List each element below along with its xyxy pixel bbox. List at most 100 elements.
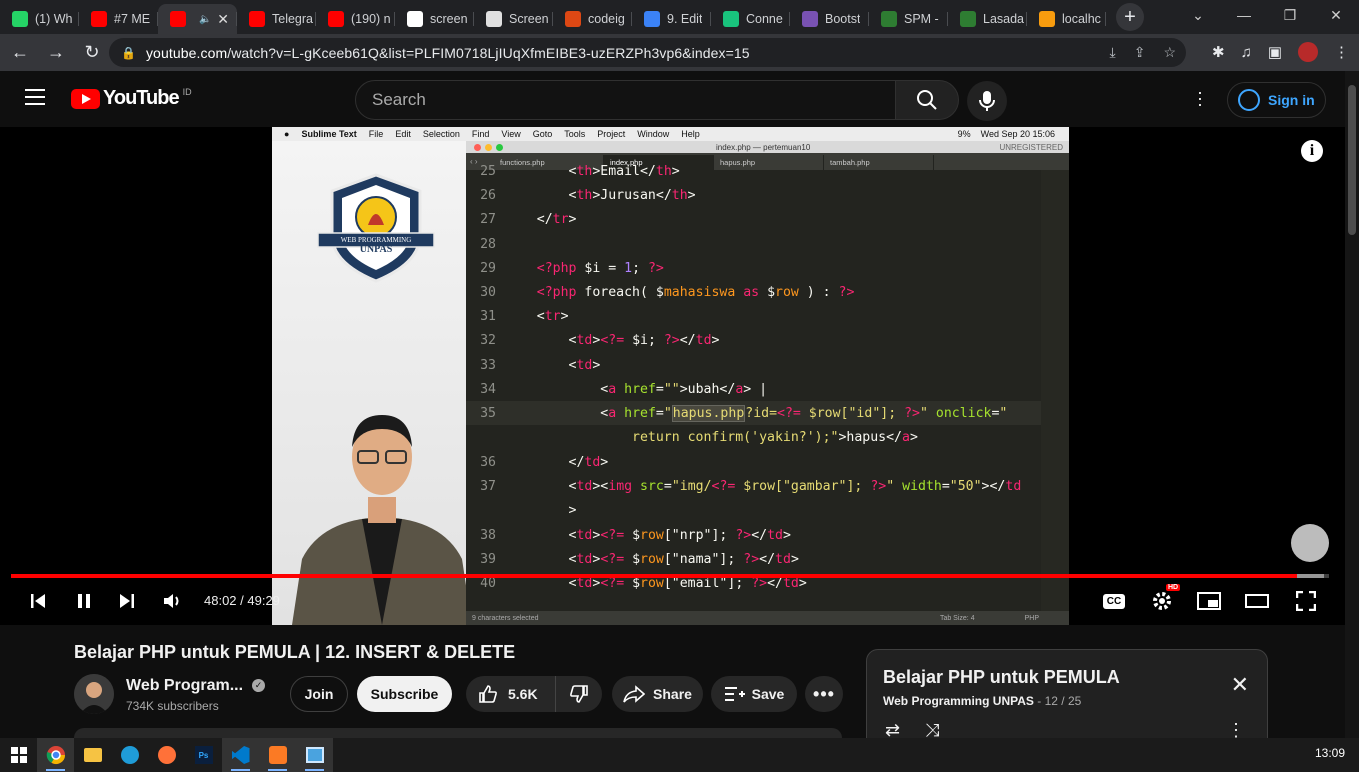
next-button[interactable] — [115, 589, 139, 613]
channel-avatar[interactable] — [74, 674, 114, 714]
settings-button[interactable]: HD — [1149, 584, 1181, 613]
forward-button[interactable]: → — [40, 42, 72, 63]
skip-next-icon — [120, 594, 134, 608]
bootstrap-icon — [802, 11, 818, 27]
close-playlist-icon[interactable]: ✕ — [1231, 672, 1249, 698]
firefox-icon[interactable] — [148, 738, 185, 772]
dislike-button[interactable] — [555, 676, 602, 712]
youtube-icon — [170, 11, 186, 27]
code-line: <th>Jurusan</th> — [505, 188, 696, 203]
join-button[interactable]: Join — [290, 676, 348, 712]
reload-button[interactable]: ↻ — [76, 42, 108, 63]
tab-list: (1) Wh #7 ME 🔈 ✕ Telegra (190) n screen Screen c… — [0, 4, 1106, 34]
youtube-logo[interactable]: YouTube ID — [71, 87, 192, 110]
subscribe-button[interactable]: Subscribe — [357, 676, 452, 712]
install-icon[interactable]: ⤓ — [1110, 44, 1116, 61]
browser-tab[interactable]: (1) Wh — [0, 4, 79, 34]
url-text[interactable]: youtube.com/watch?v=L-gKceeb61Q&list=PLF… — [146, 45, 750, 61]
save-button[interactable]: Save — [711, 676, 797, 712]
chrome-taskbar-icon[interactable] — [37, 738, 74, 772]
theater-mode-button[interactable] — [1244, 589, 1270, 613]
search-box[interactable] — [355, 80, 896, 120]
browser-tab[interactable]: codeig — [553, 4, 632, 34]
address-bar[interactable]: 🔒 youtube.com/watch?v=L-gKceeb61Q&list=P… — [109, 38, 1186, 67]
code-line: <td><?= $row["nama"]; ?></td> — [505, 552, 799, 567]
like-button[interactable]: 5.6K — [466, 676, 555, 712]
media-control-icon[interactable]: ♫ — [1241, 44, 1252, 61]
scrollbar-thumb[interactable] — [1348, 85, 1356, 235]
side-panel-icon[interactable]: ▣ — [1268, 43, 1282, 61]
share-icon[interactable]: ⇪ — [1134, 44, 1146, 61]
browser-tab[interactable]: 9. Edit — [632, 4, 711, 34]
cc-icon: CC — [1102, 593, 1126, 609]
browser-tab[interactable]: Screen — [474, 4, 553, 34]
browser-tab[interactable]: localhc — [1027, 4, 1106, 34]
sign-in-button[interactable]: Sign in — [1227, 82, 1326, 118]
windows-start-icon[interactable] — [0, 738, 37, 772]
new-tab-button[interactable]: + — [1116, 3, 1144, 31]
line-number: 28 — [480, 237, 496, 252]
channel-name[interactable]: Web Program... — [126, 677, 243, 695]
settings-menu-icon[interactable]: · · · — [1190, 83, 1210, 113]
search-input[interactable] — [372, 90, 895, 110]
photoshop-icon[interactable]: Ps — [185, 738, 222, 772]
playlist-channel[interactable]: Web Programming UNPAS — [883, 694, 1034, 708]
browser-tab[interactable]: (190) n — [316, 4, 395, 34]
info-icon[interactable]: i — [1301, 140, 1323, 162]
miniplayer-button[interactable] — [1196, 589, 1222, 613]
profile-avatar[interactable] — [1298, 42, 1318, 62]
restore-button[interactable]: ❐ — [1267, 7, 1313, 24]
video-player[interactable]: ● Sublime Text File Edit Selection Find … — [0, 127, 1345, 625]
mac-menu-item: Project — [597, 129, 626, 139]
pause-button[interactable] — [72, 589, 96, 613]
browser-tab[interactable]: screen — [395, 4, 474, 34]
subscriber-count: 734K subscribers — [126, 699, 219, 713]
browser-tab-label: Conne — [746, 12, 783, 26]
captions-button[interactable]: CC — [1101, 589, 1127, 613]
browser-tab[interactable]: Telegra — [237, 4, 316, 34]
mute-button[interactable] — [160, 589, 184, 613]
browser-tab[interactable]: #7 ME — [79, 4, 158, 34]
browser-tab[interactable]: 🔈 ✕ — [158, 4, 237, 34]
tab-audio-icon[interactable]: 🔈 — [199, 14, 211, 25]
window-controls: ⌄ — ❐ ✕ — [1175, 0, 1359, 30]
more-horizontal-icon: ••• — [813, 683, 835, 704]
vscode-icon[interactable] — [222, 738, 259, 772]
playlist-title[interactable]: Belajar PHP untuk PEMULA — [883, 667, 1120, 688]
bookmark-star-icon[interactable]: ☆ — [1163, 44, 1176, 61]
share-arrow-icon — [623, 685, 646, 703]
voice-search-button[interactable] — [967, 81, 1007, 121]
tab-search-icon[interactable]: ⌄ — [1175, 7, 1221, 24]
minimize-button[interactable]: — — [1221, 7, 1267, 23]
back-button[interactable]: ← — [4, 42, 36, 63]
app-window-icon[interactable] — [296, 738, 333, 772]
hamburger-menu-icon[interactable] — [25, 89, 45, 110]
code-line: return confirm('yakin?');">hapus</a> — [505, 430, 918, 445]
browser-tab[interactable]: SPM - — [869, 4, 948, 34]
share-button[interactable]: Share — [612, 676, 703, 712]
search-button[interactable] — [895, 80, 959, 120]
browser-tab[interactable]: Bootst — [790, 4, 869, 34]
more-actions-button[interactable]: ••• — [805, 676, 843, 712]
previous-button[interactable] — [26, 589, 50, 613]
edge-icon[interactable] — [111, 738, 148, 772]
chrome-menu-icon[interactable]: ⋮ — [1334, 43, 1349, 61]
close-tab-icon[interactable]: ✕ — [217, 11, 229, 28]
browser-tab-label: Screen — [509, 12, 549, 26]
xampp-icon[interactable] — [259, 738, 296, 772]
progress-bar[interactable] — [11, 574, 1329, 578]
chrome-icon — [46, 746, 65, 765]
code-line: <tr> — [505, 309, 569, 324]
description-box[interactable] — [74, 728, 842, 738]
close-window-button[interactable]: ✕ — [1313, 7, 1359, 24]
badge-caption-2: UNPAS — [359, 244, 393, 255]
browser-tab[interactable]: Lasada — [948, 4, 1027, 34]
fullscreen-button[interactable] — [1293, 589, 1319, 613]
miniplayer-icon — [1197, 592, 1221, 610]
lock-icon[interactable]: 🔒 — [121, 46, 136, 60]
channel-watermark[interactable] — [1291, 524, 1329, 562]
file-explorer-icon[interactable] — [74, 738, 111, 772]
browser-tab[interactable]: Conne — [711, 4, 790, 34]
page-scrollbar[interactable] — [1345, 71, 1359, 738]
extensions-puzzle-icon[interactable]: ✱ — [1212, 43, 1225, 61]
